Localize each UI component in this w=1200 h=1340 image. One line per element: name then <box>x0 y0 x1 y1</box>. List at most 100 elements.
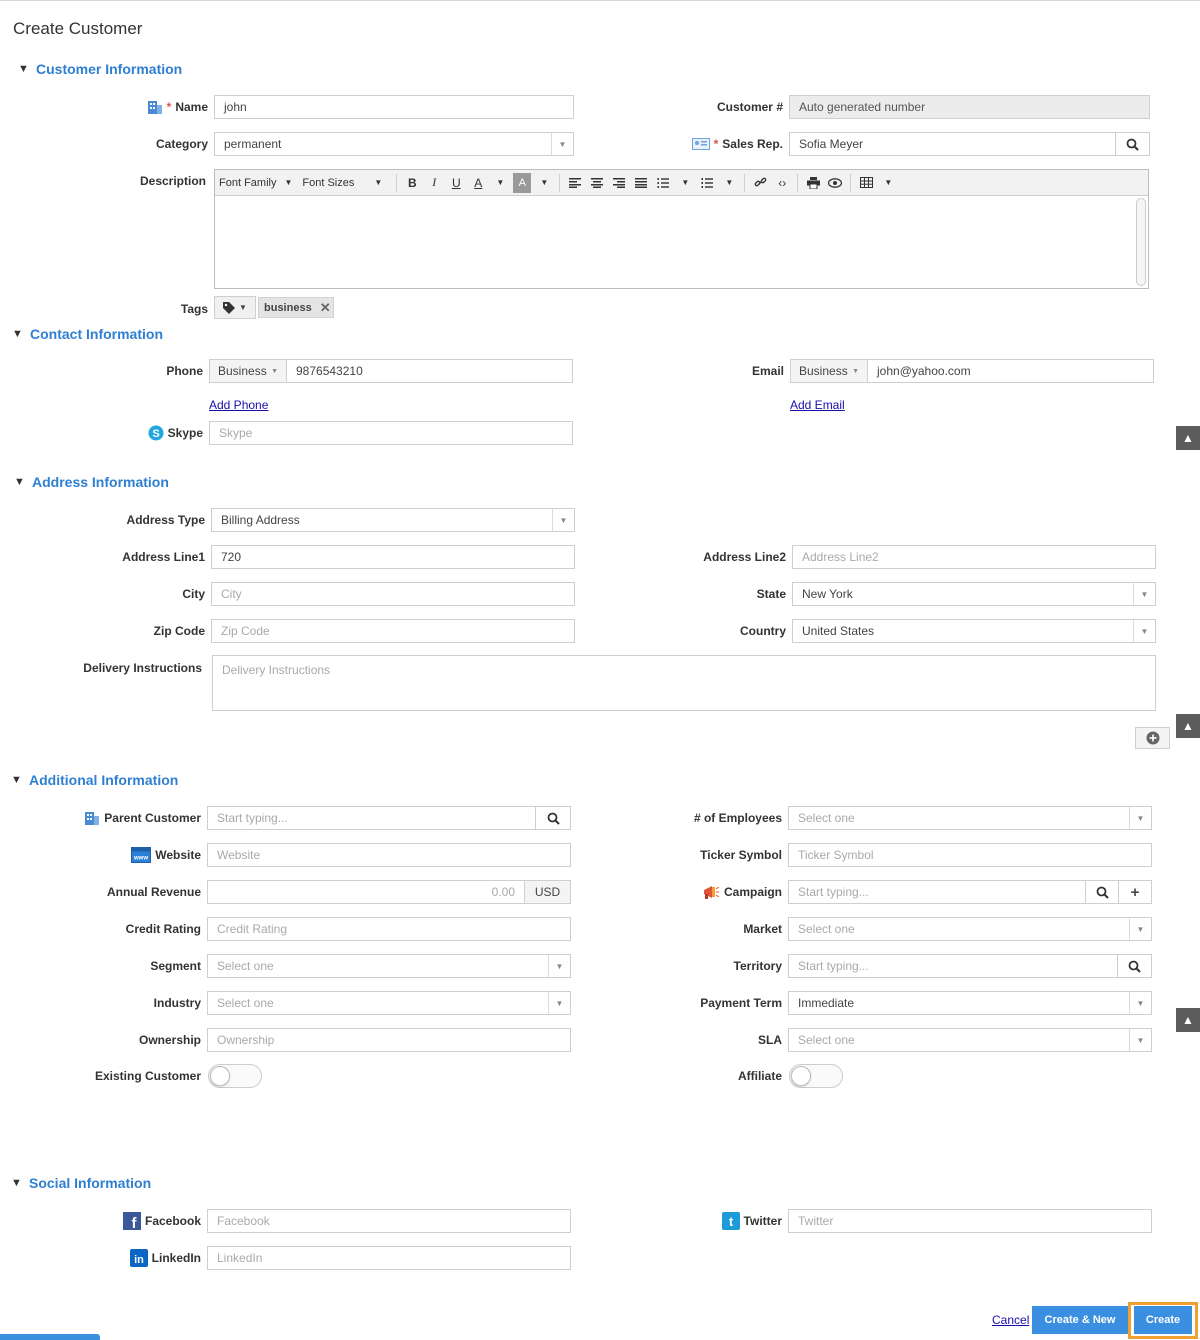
skype-input[interactable]: Skype <box>209 421 573 445</box>
territory-input[interactable]: Start typing... <box>788 954 1118 978</box>
section-address-information[interactable]: ▼ Address Information <box>14 474 169 490</box>
code-icon[interactable]: ‹› <box>773 173 791 193</box>
description-editor[interactable]: Font Family ▼ Font Sizes ▼ B I U A ▼ A ▼ <box>214 169 1149 289</box>
ownership-input[interactable]: Ownership <box>207 1028 571 1052</box>
affiliate-toggle[interactable] <box>789 1064 843 1088</box>
city-input[interactable]: City <box>211 582 575 606</box>
address-type-value: Billing Address <box>221 513 300 527</box>
twitter-input[interactable]: Twitter <box>788 1209 1152 1233</box>
close-icon[interactable]: ✕ <box>320 300 331 316</box>
caret-down-icon[interactable]: ▼ <box>535 173 553 193</box>
territory-search-button[interactable] <box>1117 954 1152 978</box>
editor-scrollbar[interactable] <box>1136 198 1146 286</box>
phone-type-select[interactable]: Business ▼ <box>209 359 287 383</box>
tag-dropdown-button[interactable]: ▼ <box>214 296 256 319</box>
background-color-icon[interactable]: A <box>513 172 532 193</box>
section-additional-information[interactable]: ▼ Additional Information <box>11 772 178 788</box>
state-value: New York <box>802 587 853 601</box>
scroll-top-button[interactable]: ▲ <box>1176 1008 1200 1032</box>
customer-number-field: Auto generated number <box>789 95 1150 119</box>
email-type-select[interactable]: Business ▼ <box>790 359 868 383</box>
existing-customer-toggle[interactable] <box>208 1064 262 1088</box>
link-icon[interactable] <box>751 173 769 193</box>
delivery-instructions-input[interactable]: Delivery Instructions <box>212 655 1156 711</box>
text-color-icon[interactable]: A <box>469 173 487 193</box>
bold-icon[interactable]: B <box>403 173 421 193</box>
caret-down-icon[interactable]: ▼ <box>676 173 694 193</box>
phone-input[interactable]: 9876543210 <box>286 359 573 383</box>
font-family-dropdown[interactable]: Font Family ▼ <box>219 177 292 189</box>
add-email-link[interactable]: Add Email <box>790 398 845 412</box>
table-icon[interactable] <box>857 173 875 193</box>
industry-select[interactable]: Select one ▼ <box>207 991 571 1015</box>
address-line1-input[interactable]: 720 <box>211 545 575 569</box>
add-address-button[interactable] <box>1135 727 1170 749</box>
parent-customer-search-button[interactable] <box>535 806 571 830</box>
sales-rep-input[interactable]: Sofia Meyer <box>789 132 1116 156</box>
zip-code-input[interactable]: Zip Code <box>211 619 575 643</box>
add-phone-link[interactable]: Add Phone <box>209 398 268 412</box>
align-right-icon[interactable] <box>610 173 628 193</box>
existing-customer-label: Existing Customer <box>94 1069 201 1083</box>
ticker-symbol-label: Ticker Symbol <box>700 848 782 862</box>
ownership-label: Ownership <box>138 1033 201 1047</box>
align-justify-icon[interactable] <box>632 173 650 193</box>
facebook-input[interactable]: Facebook <box>207 1209 571 1233</box>
campaign-search-button[interactable] <box>1085 880 1119 904</box>
font-sizes-dropdown[interactable]: Font Sizes ▼ <box>302 177 382 189</box>
cancel-link[interactable]: Cancel <box>992 1313 1029 1327</box>
annual-revenue-input[interactable]: 0.00 <box>207 880 525 904</box>
chevron-down-icon: ▼ <box>18 63 29 75</box>
numbered-list-icon[interactable] <box>698 173 716 193</box>
sales-rep-search-button[interactable] <box>1115 132 1150 156</box>
preview-icon[interactable] <box>826 173 844 193</box>
create-and-new-button[interactable]: Create & New <box>1032 1306 1128 1334</box>
sla-select[interactable]: Select one ▼ <box>788 1028 1152 1052</box>
parent-customer-input[interactable]: Start typing... <box>207 806 536 830</box>
print-icon[interactable] <box>804 173 822 193</box>
website-input[interactable]: Website <box>207 843 571 867</box>
caret-down-icon[interactable]: ▼ <box>879 173 897 193</box>
underline-icon[interactable]: U <box>447 173 465 193</box>
section-social-information[interactable]: ▼ Social Information <box>11 1175 151 1191</box>
category-select[interactable]: permanent ▼ <box>214 132 574 156</box>
name-input[interactable]: john <box>214 95 574 119</box>
section-title-label: Social Information <box>29 1175 152 1191</box>
payment-term-value: Immediate <box>798 996 855 1010</box>
align-left-icon[interactable] <box>566 173 584 193</box>
create-button[interactable]: Create <box>1134 1306 1192 1334</box>
caret-down-icon[interactable]: ▼ <box>491 173 509 193</box>
employees-value: Select one <box>798 811 855 825</box>
linkedin-input[interactable]: LinkedIn <box>207 1246 571 1270</box>
megaphone-icon <box>702 884 720 900</box>
scroll-top-button[interactable]: ▲ <box>1176 714 1200 738</box>
address-line2-input[interactable]: Address Line2 <box>792 545 1156 569</box>
campaign-input[interactable]: Start typing... <box>788 880 1086 904</box>
address-line1-label: Address Line1 <box>122 550 205 564</box>
employees-label: # of Employees <box>693 811 782 825</box>
chevron-up-icon: ▲ <box>1182 431 1194 445</box>
state-select[interactable]: New York ▼ <box>792 582 1156 606</box>
credit-rating-input[interactable]: Credit Rating <box>207 917 571 941</box>
linkedin-label-text: LinkedIn <box>151 1251 201 1265</box>
phone-label: Phone <box>166 364 203 378</box>
employees-select[interactable]: Select one ▼ <box>788 806 1152 830</box>
campaign-add-button[interactable]: + <box>1118 880 1152 904</box>
territory-label: Territory <box>733 959 782 973</box>
segment-select[interactable]: Select one ▼ <box>207 954 571 978</box>
market-select[interactable]: Select one ▼ <box>788 917 1152 941</box>
address-type-select[interactable]: Billing Address ▼ <box>211 508 575 532</box>
toggle-knob <box>791 1066 811 1086</box>
italic-icon[interactable]: I <box>425 173 443 193</box>
caret-down-icon[interactable]: ▼ <box>720 173 738 193</box>
toggle-knob <box>210 1066 230 1086</box>
email-input[interactable]: john@yahoo.com <box>867 359 1154 383</box>
payment-term-select[interactable]: Immediate ▼ <box>788 991 1152 1015</box>
section-contact-information[interactable]: ▼ Contact Information <box>12 326 163 342</box>
section-customer-information[interactable]: ▼ Customer Information <box>18 61 182 77</box>
scroll-top-button[interactable]: ▲ <box>1176 426 1200 450</box>
bullet-list-icon[interactable] <box>654 173 672 193</box>
country-select[interactable]: United States ▼ <box>792 619 1156 643</box>
align-center-icon[interactable] <box>588 173 606 193</box>
ticker-symbol-input[interactable]: Ticker Symbol <box>788 843 1152 867</box>
